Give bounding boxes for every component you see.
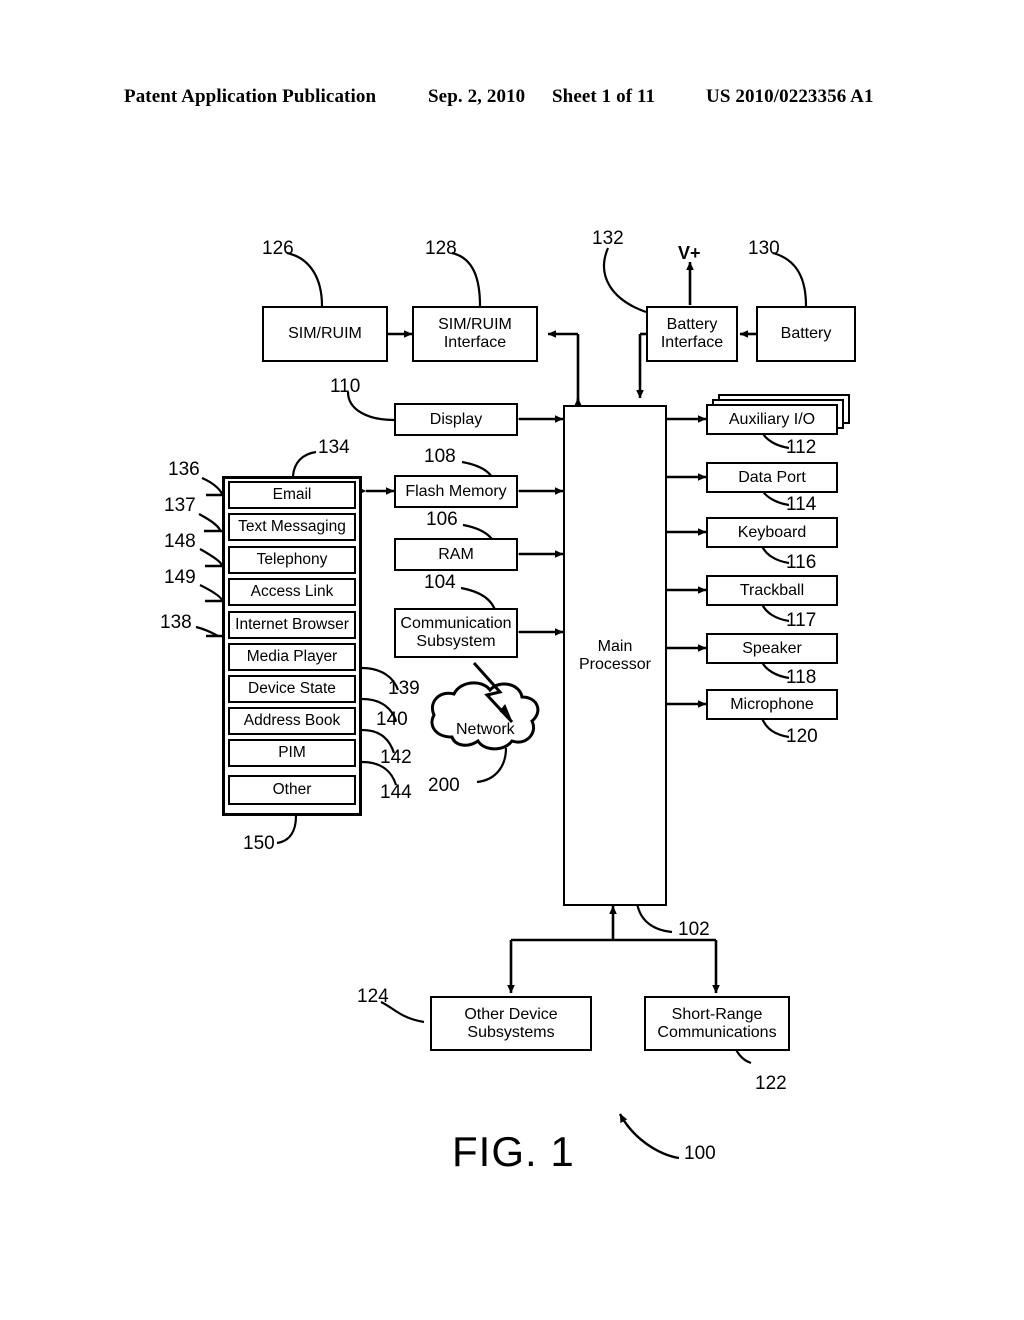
box-flash-memory-label: Flash Memory	[405, 482, 507, 500]
app-item-access-link-label: Access Link	[250, 583, 334, 601]
box-battery-interface[interactable]: Battery Interface	[646, 306, 738, 362]
app-item-media-player-label: Media Player	[246, 648, 338, 666]
box-battery[interactable]: Battery	[756, 306, 856, 362]
ref-120: 120	[786, 726, 818, 747]
box-sim-ruim-interface-label-line1: SIM/RUIM	[438, 316, 512, 334]
app-item-other[interactable]: Other	[228, 775, 356, 805]
app-item-text-messaging-label: Text Messaging	[238, 518, 346, 536]
box-speaker[interactable]: Speaker	[706, 633, 838, 664]
app-item-pim[interactable]: PIM	[228, 739, 356, 767]
ref-139: 139	[388, 678, 420, 699]
ref-112: 112	[786, 437, 817, 458]
ref-136: 136	[168, 459, 200, 480]
box-communication-subsystem-label-line1: Communication	[400, 615, 512, 633]
ref-106: 106	[426, 509, 458, 530]
app-item-telephony[interactable]: Telephony	[228, 546, 356, 574]
ref-142: 142	[380, 747, 412, 768]
box-ram[interactable]: RAM	[394, 538, 518, 571]
ref-150: 150	[243, 833, 275, 854]
ref-128: 128	[425, 238, 457, 259]
box-display[interactable]: Display	[394, 403, 518, 436]
app-item-internet-browser-label: Internet Browser	[235, 616, 349, 634]
ref-100: 100	[684, 1143, 716, 1164]
ref-138: 138	[160, 612, 192, 633]
box-battery-interface-label-line1: Battery	[666, 316, 718, 334]
box-short-range-communications[interactable]: Short-Range Communications	[644, 996, 790, 1051]
box-display-label: Display	[429, 410, 483, 428]
ref-132: 132	[592, 228, 624, 249]
ref-130: 130	[748, 238, 780, 259]
box-auxiliary-io-label: Auxiliary I/O	[728, 410, 816, 428]
box-keyboard-label: Keyboard	[737, 523, 807, 541]
box-other-device-subsystems-label-line2: Subsystems	[467, 1023, 555, 1041]
box-main-processor-label-line1: Main	[597, 637, 633, 655]
app-item-telephony-label: Telephony	[256, 551, 328, 569]
box-sim-ruim-interface[interactable]: SIM/RUIM Interface	[412, 306, 538, 362]
box-flash-memory[interactable]: Flash Memory	[394, 475, 518, 508]
box-main-processor-label-line2: Processor	[578, 655, 652, 673]
box-sim-ruim-label: SIM/RUIM	[288, 325, 362, 343]
app-item-email-label: Email	[272, 486, 312, 504]
ref-102: 102	[678, 919, 710, 940]
box-trackball[interactable]: Trackball	[706, 575, 838, 606]
box-data-port[interactable]: Data Port	[706, 462, 838, 493]
app-item-media-player[interactable]: Media Player	[228, 643, 356, 671]
ref-110: 110	[330, 376, 361, 397]
ref-140: 140	[376, 709, 408, 730]
ref-137: 137	[164, 495, 196, 516]
ref-124: 124	[357, 986, 389, 1007]
app-item-address-book-label: Address Book	[243, 712, 341, 730]
ref-104: 104	[424, 572, 456, 593]
app-item-address-book[interactable]: Address Book	[228, 707, 356, 735]
box-communication-subsystem[interactable]: Communication Subsystem	[394, 608, 518, 658]
app-item-pim-label: PIM	[278, 744, 306, 762]
box-ram-label: RAM	[438, 545, 474, 563]
box-other-device-subsystems-label-line1: Other Device	[464, 1005, 558, 1023]
box-auxiliary-io[interactable]: Auxiliary I/O	[706, 404, 838, 435]
box-short-range-communications-label-line1: Short-Range	[671, 1005, 763, 1023]
ref-134: 134	[318, 437, 350, 458]
box-data-port-label: Data Port	[738, 468, 806, 486]
app-item-device-state[interactable]: Device State	[228, 675, 356, 703]
box-trackball-label: Trackball	[739, 581, 805, 599]
network-cloud-label: Network	[456, 721, 515, 738]
box-keyboard[interactable]: Keyboard	[706, 517, 838, 548]
app-item-other-label: Other	[272, 781, 312, 799]
ref-114: 114	[786, 494, 817, 515]
box-main-processor[interactable]: Main Processor	[563, 405, 667, 906]
box-battery-interface-label-line2: Interface	[660, 334, 724, 351]
app-item-internet-browser[interactable]: Internet Browser	[228, 611, 356, 639]
box-battery-label: Battery	[780, 325, 832, 343]
app-item-email[interactable]: Email	[228, 481, 356, 509]
ref-116: 116	[786, 552, 817, 573]
box-speaker-label: Speaker	[742, 639, 802, 657]
ref-149: 149	[164, 567, 196, 588]
ref-148: 148	[164, 531, 196, 552]
box-other-device-subsystems[interactable]: Other Device Subsystems	[430, 996, 592, 1051]
figure-connectors	[195, 247, 808, 1160]
ref-117: 117	[786, 610, 817, 631]
app-item-device-state-label: Device State	[248, 680, 336, 698]
figure-canvas	[0, 0, 1024, 1320]
ref-200: 200	[428, 775, 460, 796]
box-sim-ruim[interactable]: SIM/RUIM	[262, 306, 388, 362]
app-item-text-messaging[interactable]: Text Messaging	[228, 513, 356, 541]
ref-126: 126	[262, 238, 294, 259]
ref-118: 118	[786, 667, 817, 688]
ref-144: 144	[380, 782, 412, 803]
box-microphone[interactable]: Microphone	[706, 689, 838, 720]
figure-caption: FIG. 1	[452, 1128, 575, 1175]
app-item-access-link[interactable]: Access Link	[228, 578, 356, 606]
box-sim-ruim-interface-label-line2: Interface	[443, 334, 507, 351]
box-short-range-communications-label-line2: Communications	[657, 1023, 777, 1041]
ref-108: 108	[424, 446, 456, 467]
box-communication-subsystem-label-line2: Subsystem	[416, 633, 496, 650]
box-microphone-label: Microphone	[730, 695, 814, 713]
label-v-plus: V+	[678, 243, 701, 263]
ref-122: 122	[755, 1073, 787, 1094]
